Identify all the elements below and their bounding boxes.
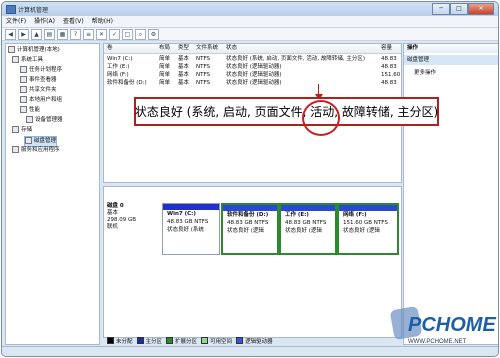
search-icon[interactable]: ⌕ [135, 28, 146, 40]
logical-swatch [236, 337, 244, 344]
navigation-tree: 计算机管理(本地) 系统工具 任务计划程序 事件查看器 共享文件夹 本地用户和组… [5, 43, 100, 345]
partition-legend: 未分配 主分区 扩展分区 可用空间 逻辑驱动器 [103, 336, 400, 345]
tree-item-task-scheduler[interactable]: 任务计划程序 [20, 66, 62, 75]
title-bar: 计算机管理 ─ □ ✕ [2, 2, 498, 16]
clock-icon [20, 66, 27, 73]
forward-icon[interactable]: ▶ [18, 28, 29, 40]
actions-pane: 操作 磁盘管理 更多操作 [403, 43, 498, 345]
col-volume[interactable]: 卷 [107, 44, 113, 53]
partition-e[interactable]: 工作 (E:) 48.83 GB NTFS 状态良好 (逻辑 [279, 203, 337, 255]
storage-icon [12, 126, 19, 133]
delete-icon[interactable]: ✕ [96, 28, 107, 40]
disk-icon [25, 137, 32, 144]
disk-graph-view: 磁盘 0 基本 298.09 GB 联机 Win7 (C:) 48.83 GB … [103, 186, 402, 338]
actions-header: 操作 [404, 44, 498, 53]
settings-icon[interactable]: ⚙ [148, 28, 159, 40]
disk-0-label[interactable]: 磁盘 0 基本 298.09 GB 联机 [107, 203, 159, 245]
device-icon [26, 116, 33, 123]
back-icon[interactable]: ◀ [5, 28, 16, 40]
more-actions-link[interactable]: 更多操作 [414, 68, 436, 76]
table-row[interactable]: 工作 (E:) 简单 基本 NTFS 状态良好 (逻辑驱动器) 48.83 [104, 63, 401, 71]
tree-item-device-manager[interactable]: 设备管理器 [26, 116, 63, 125]
computer-management-window: 计算机管理 ─ □ ✕ 文件(F) 操作(A) 查看(V) 帮助(H) ◀ ▶ … [1, 1, 499, 357]
partition-f[interactable]: 网络 (F:) 151.60 GB NTFS 状态良好 (逻辑 [337, 203, 399, 255]
tree-item-event-viewer[interactable]: 事件查看器 [20, 76, 57, 85]
menu-file[interactable]: 文件(F) [2, 16, 30, 27]
tree-item-performance[interactable]: 性能 [20, 106, 40, 115]
help-icon[interactable]: ? [70, 28, 81, 40]
menu-help[interactable]: 帮助(H) [88, 16, 117, 27]
highlight-circle [302, 100, 340, 136]
col-filesystem[interactable]: 文件系统 [196, 44, 218, 53]
folder-icon [20, 86, 27, 93]
col-status[interactable]: 状态 [226, 44, 237, 53]
tree-item-shared-folders[interactable]: 共享文件夹 [20, 86, 57, 95]
col-type[interactable]: 类型 [178, 44, 189, 53]
minimize-button[interactable]: ─ [432, 3, 450, 15]
unallocated-swatch [107, 337, 114, 344]
list-icon[interactable]: ≡ [83, 28, 94, 40]
close-button[interactable]: ✕ [468, 3, 494, 15]
extended-swatch [166, 337, 174, 344]
computer-icon [8, 46, 15, 53]
col-capacity[interactable]: 容量 [381, 44, 392, 53]
users-icon [20, 96, 27, 103]
partition-c[interactable]: Win7 (C:) 48.83 GB NTFS 状态良好 (系统 [162, 203, 220, 255]
up-icon[interactable]: ▲ [31, 28, 42, 40]
show-tree-icon[interactable]: ▤ [44, 28, 55, 40]
menu-action[interactable]: 操作(A) [30, 16, 59, 27]
maximize-button[interactable]: □ [450, 3, 468, 15]
table-row[interactable]: Win7 (C:) 简单 基本 NTFS 状态良好 (系统, 启动, 页面文件,… [104, 55, 401, 63]
col-layout[interactable]: 布局 [159, 44, 170, 53]
tree-item-services[interactable]: 服务和应用程序 [12, 146, 60, 155]
table-row[interactable]: 网络 (F:) 简单 基本 NTFS 状态良好 (逻辑驱动器) 151.60 [104, 71, 401, 79]
volume-list-header: 卷 布局 类型 文件系统 状态 容量 [104, 44, 401, 54]
tree-item-local-users[interactable]: 本地用户和组 [20, 96, 62, 105]
primary-swatch [136, 337, 144, 344]
toolbar: ◀ ▶ ▲ ▤ ▦ ? ≡ ✕ ✓ □ ⌕ ⚙ [2, 28, 498, 41]
window-title: 计算机管理 [18, 7, 49, 14]
menu-view[interactable]: 查看(V) [59, 16, 88, 27]
partition-d[interactable]: 软件和备份 (D:) 48.83 GB NTFS 状态良好 (逻辑 [221, 203, 279, 255]
status-callout: 状态良好 (系统, 启动, 页面文件, 活动, 故障转储, 主分区) [134, 97, 439, 126]
check-icon[interactable]: ✓ [109, 28, 120, 40]
pchome-watermark: PCHOME WWW.PCHOME.NET [389, 305, 496, 350]
performance-icon [20, 106, 27, 113]
tree-item-root[interactable]: 计算机管理(本地) [8, 46, 60, 55]
actions-section-disk-management[interactable]: 磁盘管理 [404, 55, 498, 65]
event-icon [20, 76, 27, 83]
tools-icon [12, 56, 19, 63]
folder-icon[interactable]: □ [122, 28, 133, 40]
table-row[interactable]: 软件和备份 (D:) 简单 基本 NTFS 状态良好 (逻辑驱动器) 48.83 [104, 79, 401, 87]
menu-bar: 文件(F) 操作(A) 查看(V) 帮助(H) [2, 16, 498, 28]
properties-icon[interactable]: ▦ [57, 28, 68, 40]
tree-item-system-tools[interactable]: 系统工具 [12, 56, 43, 65]
free-space-swatch [201, 337, 209, 344]
app-icon [6, 5, 16, 14]
services-icon [12, 146, 19, 153]
tree-item-storage[interactable]: 存储 [12, 126, 32, 135]
